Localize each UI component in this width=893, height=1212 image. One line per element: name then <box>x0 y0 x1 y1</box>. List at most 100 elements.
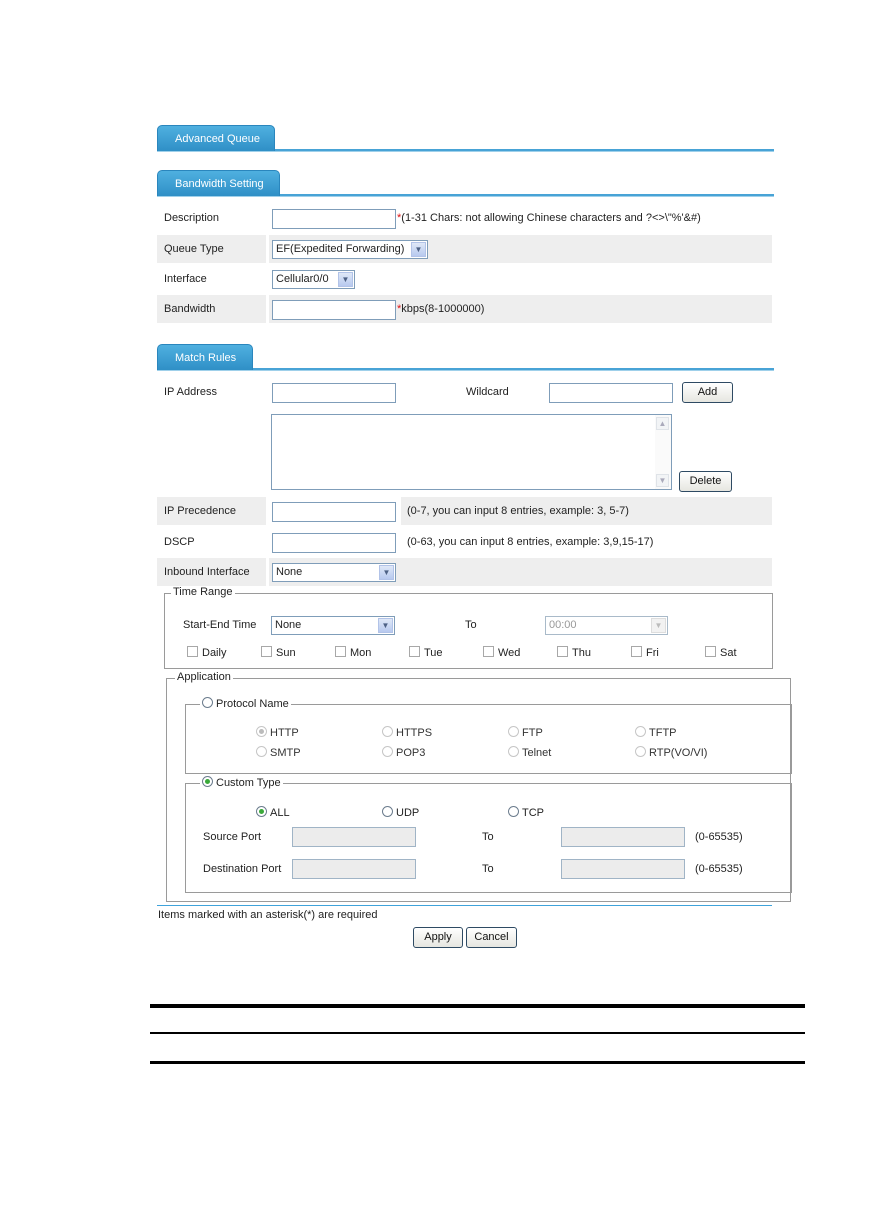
time-range-fieldset: Time Range Start-End Time None ▼ To 00:0… <box>164 586 773 669</box>
protocol-option-http[interactable]: HTTP <box>256 726 299 739</box>
option-label: TFTP <box>649 727 677 739</box>
radio-icon <box>382 806 393 817</box>
radio-icon <box>202 697 213 708</box>
radio-icon <box>508 726 519 737</box>
option-label: TCP <box>522 807 544 819</box>
dscp-row: DSCP (0-63, you can input 8 entries, exa… <box>157 528 772 556</box>
inbound-interface-label: Inbound Interface <box>157 558 266 586</box>
ip-precedence-row: IP Precedence (0-7, you can input 8 entr… <box>157 497 772 525</box>
protocol-option-smtp[interactable]: SMTP <box>256 746 301 759</box>
bandwidth-setting-tab: Bandwidth Setting <box>157 170 280 196</box>
rules-list[interactable]: ▲ ▼ <box>271 414 672 490</box>
checkbox-icon <box>705 646 716 657</box>
add-button[interactable]: Add <box>682 382 733 403</box>
wildcard-input[interactable] <box>549 383 673 403</box>
ip-precedence-input[interactable] <box>272 502 396 522</box>
radio-icon <box>256 806 267 817</box>
day-checkbox-sun[interactable]: Sun <box>261 646 296 659</box>
day-checkbox-tue[interactable]: Tue <box>409 646 443 659</box>
day-checkbox-wed[interactable]: Wed <box>483 646 520 659</box>
source-port-to-input[interactable] <box>561 827 685 847</box>
custom-type-radio[interactable]: Custom Type <box>200 776 283 789</box>
cancel-button[interactable]: Cancel <box>466 927 517 948</box>
option-label: UDP <box>396 807 420 819</box>
checkbox-icon <box>557 646 568 657</box>
chevron-down-icon: ▼ <box>411 242 426 257</box>
end-time-select[interactable]: 00:00 ▼ <box>545 616 668 635</box>
radio-icon <box>256 746 267 757</box>
queue-type-select[interactable]: EF(Expedited Forwarding) ▼ <box>272 240 428 259</box>
destination-port-from-input[interactable] <box>292 859 416 879</box>
bandwidth-row: Bandwidth *kbps(8-1000000) <box>157 295 772 323</box>
radio-icon <box>635 746 646 757</box>
ip-address-input[interactable] <box>272 383 396 403</box>
checkbox-icon <box>335 646 346 657</box>
advanced-queue-tab: Advanced Queue <box>157 125 275 151</box>
checkbox-icon <box>187 646 198 657</box>
protocol-option-telnet[interactable]: Telnet <box>508 746 551 759</box>
option-label: HTTPS <box>396 727 433 739</box>
custom-type-fieldset: Custom Type ALL UDP TCP Source Port To (… <box>185 776 792 893</box>
protocol-name-radio[interactable]: Protocol Name <box>200 697 291 710</box>
interface-row: Interface Cellular0/0 ▼ <box>157 265 772 293</box>
scroll-up-icon[interactable]: ▲ <box>656 417 669 430</box>
option-label: SMTP <box>270 747 301 759</box>
bandwidth-input[interactable] <box>272 300 396 320</box>
destination-port-hint: (0-65535) <box>695 863 743 875</box>
protocol-option-rtp[interactable]: RTP(VO/VI) <box>635 746 707 759</box>
source-to-label: To <box>482 831 494 843</box>
day-label: Fri <box>646 647 659 659</box>
radio-icon <box>202 776 213 787</box>
scrollbar[interactable]: ▲ ▼ <box>655 415 671 489</box>
table-top-rule <box>150 1004 805 1008</box>
checkbox-icon <box>483 646 494 657</box>
description-input[interactable] <box>272 209 396 229</box>
source-port-from-input[interactable] <box>292 827 416 847</box>
day-checkbox-fri[interactable]: Fri <box>631 646 659 659</box>
day-checkbox-thu[interactable]: Thu <box>557 646 591 659</box>
dscp-input[interactable] <box>272 533 396 553</box>
chevron-down-icon: ▼ <box>378 618 393 633</box>
protocol-option-https[interactable]: HTTPS <box>382 726 432 739</box>
protocol-option-pop3[interactable]: POP3 <box>382 746 425 759</box>
day-label: Tue <box>424 647 443 659</box>
dscp-label: DSCP <box>164 536 195 548</box>
day-checkbox-sat[interactable]: Sat <box>705 646 737 659</box>
option-label: POP3 <box>396 747 426 759</box>
inbound-interface-select[interactable]: None ▼ <box>272 563 396 582</box>
day-checkbox-daily[interactable]: Daily <box>187 646 226 659</box>
day-label: Sun <box>276 647 296 659</box>
to-label: To <box>465 619 477 631</box>
description-row: Description *(1-31 Chars: not allowing C… <box>157 204 772 232</box>
chevron-down-icon: ▼ <box>379 565 394 580</box>
protocol-option-ftp[interactable]: FTP <box>508 726 543 739</box>
interface-select[interactable]: Cellular0/0 ▼ <box>272 270 355 289</box>
custom-protocol-all[interactable]: ALL <box>256 806 290 819</box>
day-label: Wed <box>498 647 521 659</box>
option-label: ALL <box>270 807 290 819</box>
custom-protocol-tcp[interactable]: TCP <box>508 806 544 819</box>
footer-divider <box>157 905 772 906</box>
time-range-legend: Time Range <box>171 586 235 598</box>
queue-type-row: Queue Type EF(Expedited Forwarding) ▼ <box>157 235 772 263</box>
start-time-select[interactable]: None ▼ <box>271 616 395 635</box>
bandwidth-setting-header: Bandwidth Setting <box>157 170 774 198</box>
ip-address-label: IP Address <box>164 386 217 398</box>
apply-button[interactable]: Apply <box>413 927 463 948</box>
start-time-value: None <box>275 619 302 631</box>
destination-port-to-input[interactable] <box>561 859 685 879</box>
bandwidth-hint: kbps(8-1000000) <box>401 303 485 315</box>
protocol-option-tftp[interactable]: TFTP <box>635 726 677 739</box>
delete-button[interactable]: Delete <box>679 471 732 492</box>
day-label: Sat <box>720 647 737 659</box>
custom-type-legend: Custom Type <box>216 777 281 789</box>
inbound-interface-value: None <box>276 566 303 578</box>
match-rules-header: Match Rules <box>157 344 774 372</box>
day-checkbox-mon[interactable]: Mon <box>335 646 371 659</box>
scroll-down-icon[interactable]: ▼ <box>656 474 669 487</box>
custom-protocol-udp[interactable]: UDP <box>382 806 419 819</box>
radio-icon <box>635 726 646 737</box>
table-mid-rule <box>150 1032 805 1034</box>
protocol-name-fieldset: Protocol Name HTTP HTTPS FTP TFTP SMTP P… <box>185 697 792 774</box>
chevron-down-icon: ▼ <box>651 618 666 633</box>
